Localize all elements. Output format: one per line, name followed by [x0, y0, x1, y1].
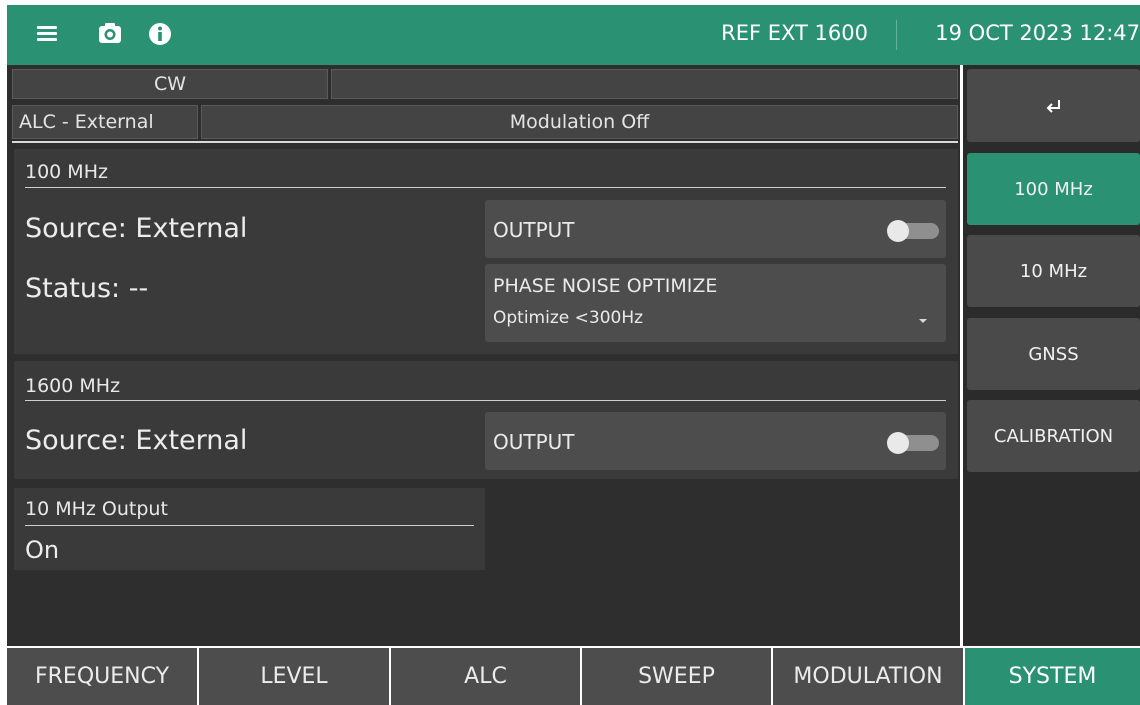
- back-arrow-icon: [1046, 99, 1060, 113]
- tab-level[interactable]: LEVEL: [199, 648, 389, 705]
- section-underline: [25, 400, 946, 401]
- date-time: 19 OCT 2023 12:47: [935, 21, 1140, 45]
- modulation-status: Modulation Off: [201, 105, 958, 139]
- source-label: Source: External: [25, 425, 248, 456]
- menu-icon[interactable]: [35, 21, 61, 47]
- reference-status: REF EXT 1600: [721, 21, 868, 45]
- camera-icon[interactable]: [97, 21, 123, 47]
- phase-noise-label: PHASE NOISE OPTIMIZE: [493, 275, 718, 297]
- tab-alc[interactable]: ALC: [391, 648, 580, 705]
- tab-modulation[interactable]: MODULATION: [773, 648, 963, 705]
- section-1600mhz: 1600 MHz Source: External OUTPUT: [14, 361, 958, 479]
- output-toggle-row[interactable]: OUTPUT: [485, 412, 946, 470]
- top-bar: REF EXT 1600 19 OCT 2023 12:47: [7, 5, 1140, 65]
- section-title: 100 MHz: [25, 161, 108, 183]
- info-icon[interactable]: [147, 21, 173, 47]
- section-title: 10 MHz Output: [25, 498, 168, 520]
- section-underline: [25, 187, 946, 188]
- status-label: Status: --: [25, 273, 149, 304]
- status-divider: [12, 141, 958, 143]
- phase-noise-value: Optimize <300Hz: [493, 308, 644, 328]
- side-item-10mhz[interactable]: 10 MHz: [967, 235, 1140, 307]
- mode-extra-status: [331, 69, 958, 99]
- output-label: OUTPUT: [493, 218, 575, 242]
- mode-status: CW: [12, 69, 328, 99]
- output-toggle-row[interactable]: OUTPUT: [485, 200, 946, 258]
- section-100mhz: 100 MHz Source: External Status: -- OUTP…: [14, 149, 958, 354]
- ten-mhz-output-value: On: [25, 536, 60, 564]
- tab-sweep[interactable]: SWEEP: [582, 648, 771, 705]
- output-label: OUTPUT: [493, 430, 575, 454]
- chevron-down-icon: [919, 319, 927, 323]
- source-label: Source: External: [25, 213, 248, 244]
- phase-noise-dropdown[interactable]: PHASE NOISE OPTIMIZE Optimize <300Hz: [485, 264, 946, 342]
- ten-mhz-output-panel[interactable]: 10 MHz Output On: [14, 488, 485, 570]
- back-button[interactable]: [967, 69, 1140, 142]
- side-item-100mhz[interactable]: 100 MHz: [967, 153, 1140, 225]
- topbar-separator: [896, 20, 897, 50]
- output-toggle[interactable]: [887, 432, 941, 454]
- side-item-gnss[interactable]: GNSS: [967, 318, 1140, 390]
- side-item-calibration[interactable]: CALIBRATION: [967, 400, 1140, 472]
- section-underline: [25, 525, 474, 526]
- tab-frequency[interactable]: FREQUENCY: [7, 648, 197, 705]
- output-toggle[interactable]: [887, 220, 941, 242]
- alc-status: ALC - External: [12, 105, 198, 139]
- tab-system[interactable]: SYSTEM: [965, 648, 1140, 705]
- section-title: 1600 MHz: [25, 375, 121, 397]
